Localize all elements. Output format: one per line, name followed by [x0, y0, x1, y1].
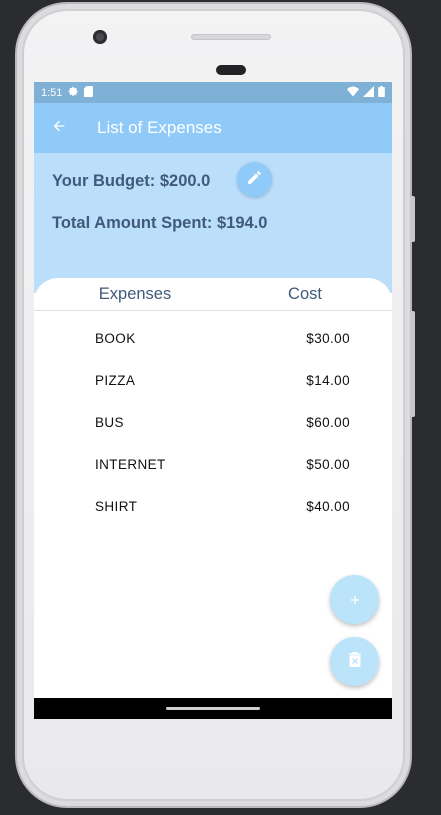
expense-cost: $14.00 [306, 373, 350, 389]
battery-icon [378, 85, 385, 100]
signal-icon [363, 85, 374, 100]
list-item[interactable]: PIZZA $14.00 [34, 360, 392, 402]
list-item[interactable]: INTERNET $50.00 [34, 443, 392, 485]
budget-label: Your Budget: $200.0 [52, 172, 211, 190]
expense-name: PIZZA [95, 373, 136, 389]
list-header: Expenses Cost [34, 278, 392, 311]
delete-all-button[interactable] [330, 637, 379, 686]
status-bar: 1:51 [34, 82, 392, 103]
delete-box-icon [348, 651, 362, 672]
expense-name: BOOK [95, 331, 136, 347]
expense-cost: $50.00 [306, 456, 350, 472]
expense-name: BUS [95, 414, 124, 430]
status-time: 1:51 [41, 86, 63, 99]
app-bar: List of Expenses [34, 103, 392, 153]
sim-card-icon [84, 85, 94, 100]
total-spent-label: Total Amount Spent: $194.0 [52, 214, 268, 232]
device-screen: 1:51 List of Expenses Your Budget: $200.… [34, 82, 392, 719]
header-cost: Cost [288, 284, 322, 303]
arrow-back-icon [51, 117, 67, 140]
expense-name: SHIRT [95, 498, 138, 514]
list-item[interactable]: SHIRT $40.00 [34, 485, 392, 527]
list-item[interactable]: BUS $60.00 [34, 402, 392, 444]
power-button [410, 311, 415, 417]
pencil-icon [246, 169, 263, 191]
earpiece-speaker [191, 34, 271, 40]
edit-budget-button[interactable] [237, 162, 272, 197]
header-expenses: Expenses [98, 284, 172, 303]
expense-name: INTERNET [95, 456, 166, 472]
expense-cost: $60.00 [306, 414, 350, 430]
front-camera [93, 30, 107, 44]
proximity-sensor [216, 65, 246, 75]
add-expense-button[interactable] [330, 575, 379, 624]
expense-cost: $30.00 [306, 331, 350, 347]
page-title: List of Expenses [97, 118, 222, 137]
wifi-icon [347, 86, 359, 100]
navigation-bar [34, 698, 392, 719]
volume-button [410, 196, 415, 242]
expense-cost: $40.00 [306, 498, 350, 514]
expense-list: Expenses Cost BOOK $30.00 PIZZA $14.00 B… [34, 278, 392, 699]
budget-summary: Your Budget: $200.0 Total Amount Spent: … [34, 153, 392, 293]
list-item[interactable]: BOOK $30.00 [34, 318, 392, 360]
back-button[interactable] [34, 103, 84, 153]
settings-icon [68, 86, 79, 100]
plus-icon [348, 587, 362, 613]
home-indicator[interactable] [166, 707, 260, 710]
